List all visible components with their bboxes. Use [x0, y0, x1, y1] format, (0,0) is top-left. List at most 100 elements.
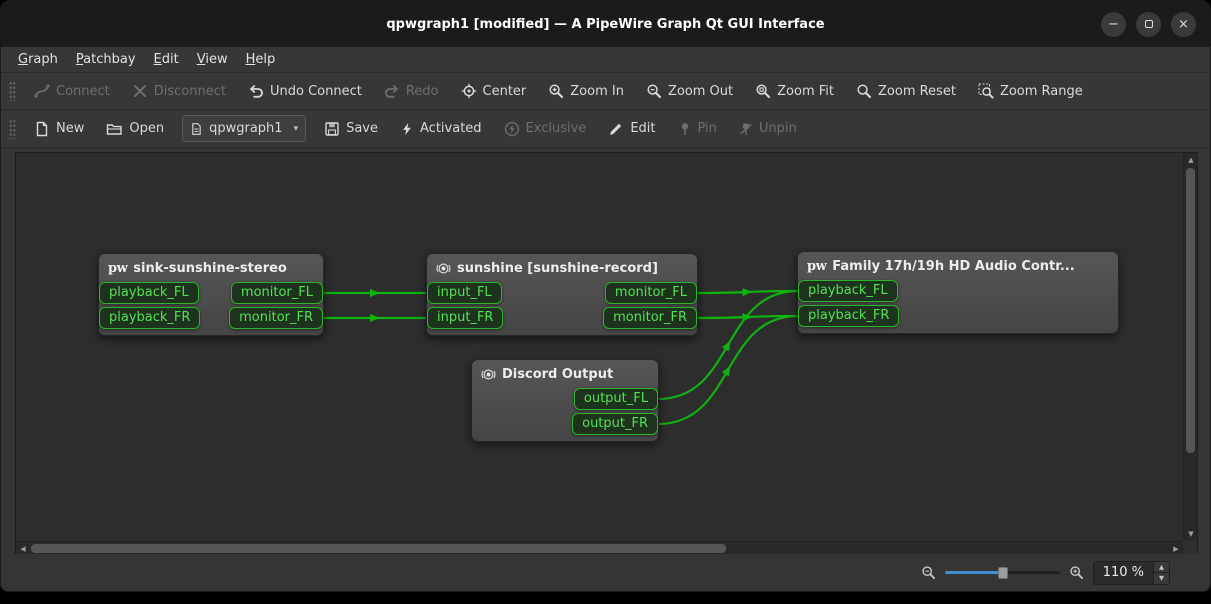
scroll-down-icon[interactable]: ▼ — [1184, 527, 1198, 541]
menubar: Graph Patchbay Edit View Help — [1, 47, 1210, 73]
connect-button[interactable]: Connect — [23, 78, 121, 104]
window-titlebar[interactable]: qpwgraph1 [modified] — A PipeWire Graph … — [1, 1, 1210, 47]
zoom-slider[interactable] — [945, 565, 1060, 580]
port-output-fr[interactable]: output_FR — [572, 413, 658, 435]
app-window: qpwgraph1 [modified] — A PipeWire Graph … — [0, 0, 1211, 592]
activated-label: Activated — [420, 121, 482, 136]
redo-button[interactable]: Redo — [373, 78, 450, 104]
port-output-fl[interactable]: output_FL — [574, 388, 658, 410]
port-monitor-fl[interactable]: monitor_FL — [605, 282, 697, 304]
scroll-up-icon[interactable]: ▲ — [1184, 153, 1198, 167]
patchbay-file-combobox[interactable]: qpwgraph1 ▾ — [182, 115, 306, 142]
vertical-scroll-thumb[interactable] — [1186, 168, 1195, 453]
disconnect-icon — [132, 83, 148, 99]
zoom-out-icon[interactable] — [921, 565, 936, 580]
port-monitor-fr[interactable]: monitor_FR — [603, 307, 697, 329]
unpin-label: Unpin — [759, 121, 797, 136]
menu-view[interactable]: View — [188, 49, 237, 70]
save-button[interactable]: Save — [313, 116, 389, 142]
zoom-reset-button[interactable]: Zoom Reset — [845, 78, 967, 104]
zoom-out-button[interactable]: Zoom Out — [635, 78, 744, 104]
port-playback-fl[interactable]: playback_FL — [99, 282, 199, 304]
redo-icon — [384, 83, 400, 99]
zoom-fit-label: Zoom Fit — [777, 84, 834, 99]
center-label: Center — [483, 84, 527, 99]
toolbar-drag-handle[interactable] — [9, 119, 16, 139]
patchbay-file-value: qpwgraph1 — [209, 121, 282, 136]
zoom-fit-icon — [755, 83, 771, 99]
center-button[interactable]: Center — [450, 78, 538, 104]
zoom-value: 110 % — [1094, 562, 1153, 584]
exclusive-button[interactable]: Exclusive — [493, 116, 598, 142]
zoom-out-icon — [646, 83, 662, 99]
record-icon — [436, 261, 451, 276]
patchbay-file-icon — [190, 122, 203, 136]
pin-label: Pin — [698, 121, 717, 136]
connection-wires — [16, 153, 1183, 541]
scrollbar-corner — [1183, 541, 1197, 555]
zoom-in-icon — [548, 83, 564, 99]
close-button[interactable]: × — [1171, 12, 1196, 37]
toolbar-drag-handle[interactable] — [9, 81, 16, 101]
edit-label: Edit — [630, 121, 655, 136]
activated-button[interactable]: Activated — [389, 116, 493, 142]
port-playback-fl[interactable]: playback_FL — [798, 280, 898, 302]
zoom-out-label: Zoom Out — [668, 84, 733, 99]
disconnect-button[interactable]: Disconnect — [121, 78, 237, 104]
statusbar: 110 % ▲ ▼ — [1, 554, 1210, 591]
graph-canvas[interactable]: pw sink-sunshine-stereo playback_FL play… — [16, 153, 1183, 541]
port-input-fr[interactable]: input_FR — [427, 307, 503, 329]
vertical-scrollbar[interactable]: ▲ ▼ — [1183, 153, 1197, 541]
new-button[interactable]: New — [23, 116, 95, 142]
port-playback-fr[interactable]: playback_FR — [798, 305, 899, 327]
port-monitor-fl[interactable]: monitor_FL — [231, 282, 323, 304]
zoom-in-button[interactable]: Zoom In — [537, 78, 635, 104]
edit-pencil-icon — [608, 121, 624, 137]
spin-up-icon[interactable]: ▲ — [1154, 562, 1169, 573]
spin-down-icon[interactable]: ▼ — [1154, 572, 1169, 584]
toolbar-patchbay: New Open qpwgraph1 ▾ Save Activated — [1, 110, 1210, 148]
minimize-button[interactable]: − — [1101, 12, 1126, 37]
menu-graph[interactable]: Graph — [9, 49, 67, 70]
pipewire-icon: pw — [108, 261, 127, 276]
undo-connect-button[interactable]: Undo Connect — [237, 78, 373, 104]
wire-arrow-icon — [722, 364, 734, 377]
node-header: Discord Output — [472, 360, 658, 386]
pin-button[interactable]: Pin — [667, 116, 728, 142]
unpin-button[interactable]: Unpin — [728, 116, 808, 142]
zoom-in-label: Zoom In — [570, 84, 624, 99]
wire-arrow-icon — [370, 314, 380, 322]
menu-edit[interactable]: Edit — [145, 49, 188, 70]
zoom-spinbox[interactable]: 110 % ▲ ▼ — [1093, 561, 1170, 585]
zoom-slider-handle[interactable] — [998, 567, 1008, 579]
maximize-button[interactable] — [1136, 12, 1161, 37]
open-button[interactable]: Open — [95, 116, 175, 142]
node-discord-output[interactable]: Discord Output output_FL output_FR — [471, 359, 659, 442]
minimize-icon: − — [1108, 18, 1119, 31]
zoom-range-label: Zoom Range — [1000, 84, 1083, 99]
node-sunshine[interactable]: sunshine [sunshine-record] input_FL inpu… — [426, 253, 698, 336]
menu-patchbay[interactable]: Patchbay — [67, 49, 145, 70]
zoom-fit-button[interactable]: Zoom Fit — [744, 78, 845, 104]
edit-button[interactable]: Edit — [597, 116, 666, 142]
redo-label: Redo — [406, 84, 439, 99]
disconnect-label: Disconnect — [154, 84, 226, 99]
center-icon — [461, 83, 477, 99]
port-monitor-fr[interactable]: monitor_FR — [229, 307, 323, 329]
node-title: Discord Output — [502, 367, 613, 382]
undo-connect-label: Undo Connect — [270, 84, 362, 99]
zoom-in-icon[interactable] — [1069, 565, 1084, 580]
zoom-spin-arrows: ▲ ▼ — [1153, 562, 1169, 584]
close-icon: × — [1178, 18, 1189, 31]
window-title: qpwgraph1 [modified] — A PipeWire Graph … — [386, 17, 824, 32]
horizontal-scrollbar[interactable]: ◀ ▶ — [16, 541, 1183, 555]
port-playback-fr[interactable]: playback_FR — [99, 307, 200, 329]
horizontal-scroll-thumb[interactable] — [31, 544, 726, 553]
node-sink-sunshine-stereo[interactable]: pw sink-sunshine-stereo playback_FL play… — [98, 253, 324, 336]
node-hd-audio-controller[interactable]: pw Family 17h/19h HD Audio Contr... play… — [797, 251, 1119, 334]
new-label: New — [56, 121, 84, 136]
menu-help[interactable]: Help — [237, 49, 285, 70]
graph-view-frame: pw sink-sunshine-stereo playback_FL play… — [15, 152, 1198, 556]
port-input-fl[interactable]: input_FL — [427, 282, 502, 304]
zoom-range-button[interactable]: Zoom Range — [967, 78, 1094, 104]
